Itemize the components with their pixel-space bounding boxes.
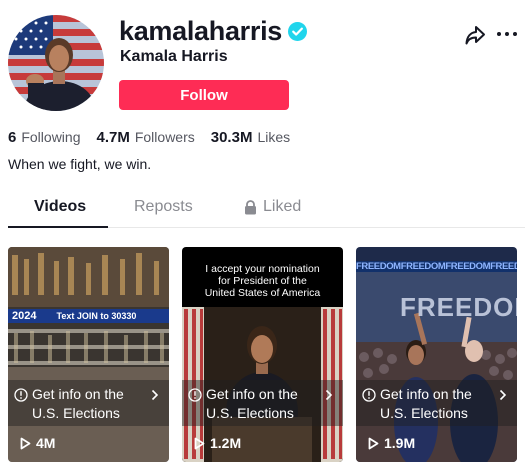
overlay-text: Text JOIN to 30330 bbox=[56, 311, 137, 321]
video-thumbnail bbox=[356, 247, 517, 462]
stat-likes: 30.3M Likes bbox=[211, 129, 290, 146]
username-row: kamalaharris bbox=[119, 14, 308, 48]
share-arrow-icon[interactable] bbox=[464, 24, 486, 46]
video-overlay-strip: FREEDOMFREEDOMFREEDOMFREEDOMFREEDOMFR bbox=[356, 261, 517, 272]
play-icon bbox=[368, 437, 379, 449]
active-tab-indicator bbox=[8, 226, 108, 228]
display-name: Kamala Harris bbox=[120, 48, 228, 65]
stat-label: Following bbox=[21, 129, 81, 145]
stat-label: Likes bbox=[257, 129, 291, 145]
info-icon bbox=[362, 388, 376, 402]
video-card[interactable]: FREEDOMFREEDOMFREEDOMFREEDOMFREEDOMFR FR… bbox=[356, 247, 517, 462]
view-count-value: 1.9M bbox=[384, 435, 416, 451]
lock-icon bbox=[245, 200, 256, 215]
caption-line: I accept your nomination bbox=[205, 263, 320, 275]
dot-icon bbox=[513, 32, 517, 36]
video-overlay-sign: FREEDOM bbox=[400, 292, 517, 322]
stat-label: Followers bbox=[134, 129, 195, 145]
info-icon bbox=[14, 388, 28, 402]
tab-liked[interactable]: Liked bbox=[244, 198, 301, 228]
stat-value: 30.3M bbox=[210, 129, 253, 146]
overlay-year: 2024 bbox=[12, 310, 37, 322]
stat-value: 4.7M bbox=[96, 129, 130, 146]
tab-liked-label: Liked bbox=[263, 198, 302, 215]
stat-following[interactable]: 6 Following bbox=[8, 129, 80, 146]
chevron-right-icon bbox=[151, 389, 159, 401]
info-icon bbox=[188, 388, 202, 402]
caption-line: for President of the bbox=[218, 275, 307, 287]
view-count: 1.2M bbox=[194, 435, 241, 451]
profile-tabs: Videos Reposts Liked bbox=[8, 198, 525, 228]
view-count-value: 4M bbox=[36, 435, 56, 451]
info-line-1: Get info on the bbox=[32, 386, 124, 402]
video-caption: I accept your nomination for President o… bbox=[182, 263, 343, 299]
caption-line: United States of America bbox=[204, 287, 321, 299]
more-dots-icon[interactable] bbox=[497, 26, 517, 42]
video-card[interactable]: I accept your nomination for President o… bbox=[182, 247, 343, 462]
chevron-right-icon bbox=[499, 389, 507, 401]
chevron-right-icon bbox=[325, 389, 333, 401]
info-line-2: U.S. Elections bbox=[206, 405, 294, 421]
view-count-value: 1.2M bbox=[210, 435, 242, 451]
profile-bio: When we fight, we win. bbox=[8, 156, 152, 172]
info-line-1: Get info on the bbox=[380, 386, 472, 402]
username: kamalaharris bbox=[119, 16, 283, 46]
video-overlay-banner: 2024 Text JOIN to 30330 bbox=[8, 309, 169, 323]
election-info-panel[interactable]: Get info on the U.S. Elections bbox=[8, 380, 169, 426]
play-icon bbox=[20, 437, 31, 449]
dot-icon bbox=[505, 32, 509, 36]
stat-followers[interactable]: 4.7M Followers bbox=[96, 129, 194, 146]
info-line-1: Get info on the bbox=[206, 386, 298, 402]
info-line-2: U.S. Elections bbox=[380, 405, 468, 421]
view-count: 4M bbox=[20, 435, 55, 451]
info-line-2: U.S. Elections bbox=[32, 405, 120, 421]
video-card[interactable]: 2024 Text JOIN to 30330 Get info on the … bbox=[8, 247, 169, 462]
tab-videos[interactable]: Videos bbox=[34, 198, 86, 228]
election-info-panel[interactable]: Get info on the U.S. Elections bbox=[356, 380, 517, 426]
video-thumbnail bbox=[8, 247, 169, 462]
profile-stats: 6 Following 4.7M Followers 30.3M Likes bbox=[8, 129, 306, 146]
profile-avatar[interactable] bbox=[8, 15, 104, 111]
view-count: 1.9M bbox=[368, 435, 415, 451]
dot-icon bbox=[497, 32, 501, 36]
verified-badge-icon bbox=[288, 21, 308, 41]
video-grid: 2024 Text JOIN to 30330 Get info on the … bbox=[8, 247, 520, 462]
election-info-panel[interactable]: Get info on the U.S. Elections bbox=[182, 380, 343, 426]
tab-reposts[interactable]: Reposts bbox=[134, 198, 193, 228]
avatar-image bbox=[8, 15, 104, 111]
stat-value: 6 bbox=[8, 129, 17, 146]
play-icon bbox=[194, 437, 205, 449]
follow-button[interactable]: Follow bbox=[119, 80, 289, 110]
